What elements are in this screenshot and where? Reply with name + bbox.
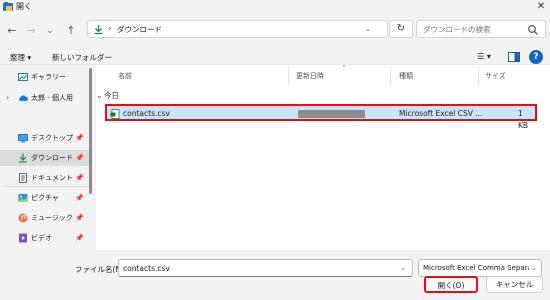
file-name: contacts.csv bbox=[123, 109, 170, 118]
nav-label: ミュージック bbox=[31, 214, 73, 222]
nav-label: ダウンロード bbox=[31, 154, 73, 162]
open-button[interactable]: 開く(O) bbox=[424, 276, 478, 293]
navigation-pane: ギャラリー › 太郎 - 個人用 デスクトップ 📌 ダウンロード 📌 ドキュメン… bbox=[0, 65, 94, 250]
column-divider[interactable] bbox=[390, 67, 391, 85]
new-folder-button[interactable]: 新しいフォルダー bbox=[52, 52, 112, 63]
close-button[interactable]: ✕ bbox=[532, 0, 550, 13]
pin-icon: 📌 bbox=[75, 234, 84, 242]
cancel-button[interactable]: キャンセル bbox=[486, 276, 543, 293]
pin-icon: 📌 bbox=[75, 154, 84, 162]
back-icon[interactable]: ← bbox=[4, 24, 20, 38]
preview-pane-icon[interactable] bbox=[508, 52, 520, 62]
column-divider[interactable] bbox=[478, 67, 479, 85]
pin-icon: 📌 bbox=[75, 194, 84, 202]
group-header-today[interactable]: 今日 bbox=[104, 90, 119, 101]
filename-value: contacts.csv bbox=[123, 264, 170, 273]
app-icon bbox=[3, 2, 13, 11]
nav-label: ギャラリー bbox=[31, 73, 66, 81]
forward-icon[interactable]: → bbox=[23, 24, 39, 38]
column-header-name[interactable]: 名前 bbox=[118, 71, 132, 81]
group-collapse-icon[interactable]: ⌄ bbox=[96, 90, 103, 101]
search-box[interactable]: ダウンロードの検索 bbox=[416, 20, 546, 38]
address-dropdown-icon[interactable]: ⌄ bbox=[365, 22, 371, 36]
file-type: Microsoft Excel CSV ... bbox=[399, 109, 483, 118]
file-row-contacts[interactable]: contacts.csv Microsoft Excel CSV ... 1 K… bbox=[105, 104, 537, 130]
column-header-type[interactable]: 種類 bbox=[399, 71, 413, 81]
gallery-icon bbox=[18, 73, 28, 81]
csv-file-icon bbox=[110, 109, 120, 119]
nav-item-desktop[interactable]: デスクトップ 📌 bbox=[0, 130, 90, 146]
nav-item-documents[interactable]: ドキュメント 📌 bbox=[0, 170, 90, 186]
nav-item-videos[interactable]: ビデオ 📌 bbox=[0, 230, 90, 246]
nav-label: ビデオ bbox=[31, 234, 52, 242]
view-options-icon[interactable]: ☰ ▾ bbox=[473, 50, 495, 64]
column-divider[interactable] bbox=[288, 67, 289, 85]
search-icon[interactable] bbox=[527, 24, 539, 36]
column-header-size[interactable]: サイズ bbox=[485, 71, 506, 81]
document-icon bbox=[19, 173, 27, 183]
pictures-icon bbox=[18, 194, 28, 202]
navigation-scrollbar[interactable] bbox=[89, 68, 92, 194]
cloud-icon bbox=[19, 95, 28, 101]
help-icon[interactable]: ? bbox=[529, 50, 543, 64]
nav-divider bbox=[3, 186, 89, 187]
pin-icon: 📌 bbox=[75, 134, 84, 142]
address-bar[interactable]: › ダウンロード ⌄ bbox=[87, 20, 388, 38]
nav-item-pictures[interactable]: ピクチャ 📌 bbox=[0, 190, 90, 206]
desktop-icon bbox=[18, 134, 28, 143]
filename-dropdown-icon[interactable]: ⌄ bbox=[400, 261, 406, 275]
expand-chevron-icon[interactable]: › bbox=[6, 91, 9, 104]
nav-item-onedrive[interactable]: › 太郎 - 個人用 bbox=[0, 90, 90, 106]
organize-menu[interactable]: 整理 ▾ bbox=[10, 52, 31, 63]
nav-item-downloads[interactable]: ダウンロード 📌 bbox=[0, 150, 90, 166]
recent-locations-icon[interactable]: ⌄ bbox=[42, 24, 58, 38]
file-list: ⌃ 名前 更新日時 種類 サイズ ⌄ 今日 contacts.csv Micro… bbox=[96, 64, 550, 250]
video-icon bbox=[19, 233, 27, 243]
sort-indicator-icon: ⌃ bbox=[341, 64, 347, 72]
file-size: 1 KB bbox=[518, 109, 529, 130]
breadcrumb-separator: › bbox=[108, 24, 112, 34]
nav-label: ドキュメント bbox=[31, 174, 73, 182]
search-placeholder: ダウンロードの検索 bbox=[423, 25, 491, 34]
nav-item-music[interactable]: ミュージック 📌 bbox=[0, 210, 90, 226]
download-folder-icon bbox=[94, 25, 103, 35]
column-header-date[interactable]: 更新日時 bbox=[296, 71, 324, 81]
pin-icon: 📌 bbox=[75, 174, 84, 182]
filetype-value: Microsoft Excel Comma Separat bbox=[423, 264, 535, 272]
music-icon bbox=[18, 213, 28, 223]
nav-label: 太郎 - 個人用 bbox=[31, 94, 73, 102]
filetype-select[interactable]: Microsoft Excel Comma Separat ⌄ bbox=[418, 259, 542, 277]
nav-label: デスクトップ bbox=[31, 134, 73, 142]
refresh-button[interactable]: ↻ bbox=[389, 20, 413, 38]
nav-label: ピクチャ bbox=[31, 194, 59, 202]
title-bar: 開く ✕ bbox=[0, 0, 550, 14]
up-icon[interactable]: ↑ bbox=[63, 24, 79, 38]
window-title: 開く bbox=[16, 2, 32, 11]
filetype-dropdown-icon[interactable]: ⌄ bbox=[529, 261, 537, 275]
filename-input[interactable]: contacts.csv ⌄ bbox=[118, 259, 413, 277]
file-date-redacted bbox=[298, 110, 365, 118]
nav-item-gallery[interactable]: ギャラリー bbox=[0, 69, 90, 85]
download-icon bbox=[19, 153, 27, 163]
pin-icon: 📌 bbox=[75, 214, 84, 222]
breadcrumb-downloads[interactable]: ダウンロード bbox=[117, 23, 162, 36]
